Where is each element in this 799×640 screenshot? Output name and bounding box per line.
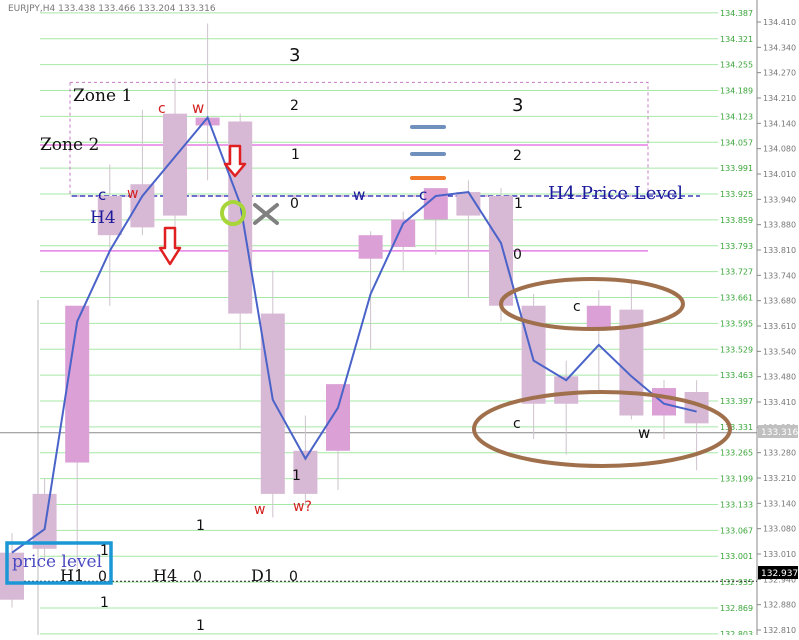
green-level-label: 134.255 [720, 61, 753, 70]
wave-label-c: c [158, 101, 166, 117]
axis-tick-label: 133.480 [763, 373, 796, 382]
bottom-one: 1 [196, 618, 205, 634]
current-price-label: 133.316 [761, 428, 798, 438]
price-chart: 134.387 134.321 134.255 134.189 134.123 134.0… [0, 0, 799, 639]
h4-price-level-label: H4 Price Level [548, 183, 683, 204]
candle-body [358, 235, 383, 259]
count-2-b: 2 [513, 148, 522, 164]
count-1-low: 1 [292, 468, 301, 484]
green-level-label: 134.057 [720, 138, 753, 147]
wave-label-c: c [573, 299, 581, 315]
axis-tick-label: 133.280 [763, 449, 796, 458]
green-level-label: 133.265 [720, 449, 753, 458]
wave-label-w: w [254, 502, 265, 518]
candle-body [326, 384, 350, 451]
bottom-one: 1 [100, 595, 109, 611]
count-0-b: 0 [513, 247, 522, 263]
green-level-label: 133.331 [720, 423, 753, 432]
green-level-label: 132.803 [720, 630, 753, 635]
axis-tick-label: 134.140 [763, 119, 796, 128]
axis-tick-label: 134.410 [763, 18, 796, 27]
wave-label-w: w [127, 186, 138, 202]
green-level-label: 134.123 [720, 112, 753, 121]
green-level-label: 133.793 [720, 242, 753, 251]
count-1-a: 1 [291, 147, 300, 163]
axis-tick-label: 133.010 [763, 550, 796, 559]
marker-price-label: 132.937 [761, 569, 798, 579]
green-level-label: 134.321 [720, 35, 753, 44]
green-level-label: 133.727 [720, 268, 753, 277]
wave-label-w: w [353, 186, 365, 204]
axis-tick-label: 133.880 [763, 221, 796, 230]
green-level-label: 133.661 [720, 294, 753, 303]
axis-tick-label: 134.080 [763, 145, 796, 154]
green-level-label: 133.925 [720, 190, 753, 199]
green-level-label: 132.869 [720, 604, 753, 613]
axis-tick-label: 133.740 [763, 271, 796, 280]
h1-label: H1 [60, 566, 84, 585]
candle-body [260, 313, 285, 494]
axis-tick-label: 133.080 [763, 525, 796, 534]
axis-tick-label: 132.880 [763, 601, 796, 610]
chart-window: 134.387 134.321 134.255 134.189 134.123 134.0… [0, 0, 799, 639]
wave-label-c: c [419, 186, 427, 204]
green-level-label: 133.529 [720, 345, 753, 354]
bottom-one: 1 [100, 543, 109, 559]
candle-body [163, 113, 187, 216]
wave-label-c: c [513, 416, 521, 432]
axis-tick-label: 132.810 [763, 626, 796, 635]
axis-tick-label: 133.610 [763, 322, 796, 331]
price-level-label: price level [12, 552, 102, 572]
green-level-label: 133.133 [720, 500, 753, 509]
count-1-b: 1 [514, 196, 523, 212]
wave-label-w: w [192, 99, 204, 117]
axis-tick-label: 133.210 [763, 474, 796, 483]
green-level-label: 134.189 [720, 87, 753, 96]
axis-tick-label: 134.210 [763, 94, 796, 103]
axis-tick-label: 134.340 [763, 43, 796, 52]
green-level-label: 134.387 [720, 9, 753, 18]
green-level-label: 133.595 [720, 319, 753, 328]
candle-body [65, 305, 90, 463]
axis-tick-label: 133.940 [763, 195, 796, 204]
green-level-label: 133.067 [720, 526, 753, 535]
count-3-b: 3 [512, 95, 523, 116]
wave-label-w: w [638, 424, 650, 442]
axis-tick-label: 133.810 [763, 246, 796, 255]
h1-zero: 0 [98, 569, 107, 585]
axis-tick-label: 133.140 [763, 499, 796, 508]
green-level-label: 133.001 [720, 552, 753, 561]
green-level-label: 132.935 [720, 578, 753, 587]
green-level-label: 133.859 [720, 216, 753, 225]
candle-body [32, 493, 57, 549]
candle-body [586, 305, 611, 330]
count-2-a: 2 [290, 98, 299, 114]
green-level-label: 133.463 [720, 371, 753, 380]
count-3-a: 3 [289, 45, 300, 66]
chart-title: EURJPY,H4 133.438 133.466 133.204 133.31… [8, 4, 216, 14]
zone1-label: Zone 1 [73, 86, 132, 106]
axis-tick-label: 133.410 [763, 398, 796, 407]
d1-zero: 0 [289, 569, 298, 585]
zone2-label: Zone 2 [40, 135, 99, 155]
green-level-label: 133.991 [720, 164, 753, 173]
candle-body [652, 388, 676, 416]
d1-label: D1 [251, 566, 274, 585]
h4-zero: 0 [193, 569, 202, 585]
axis-tick-label: 134.270 [763, 69, 796, 78]
bottom-one: 1 [196, 518, 205, 534]
axis-tick-label: 134.010 [763, 170, 796, 179]
h4-timeframe-label: H4 [153, 566, 177, 585]
h4-label: H4 [90, 208, 116, 228]
axis-tick-label: 133.540 [763, 347, 796, 356]
wave-label-w-question: w? [293, 499, 312, 515]
green-level-label: 133.397 [720, 397, 753, 406]
wave-label-c: c [98, 186, 106, 204]
count-0-a: 0 [290, 196, 299, 212]
green-level-label: 133.199 [720, 475, 753, 484]
candle-body [489, 195, 513, 306]
axis-tick-label: 133.680 [763, 297, 796, 306]
